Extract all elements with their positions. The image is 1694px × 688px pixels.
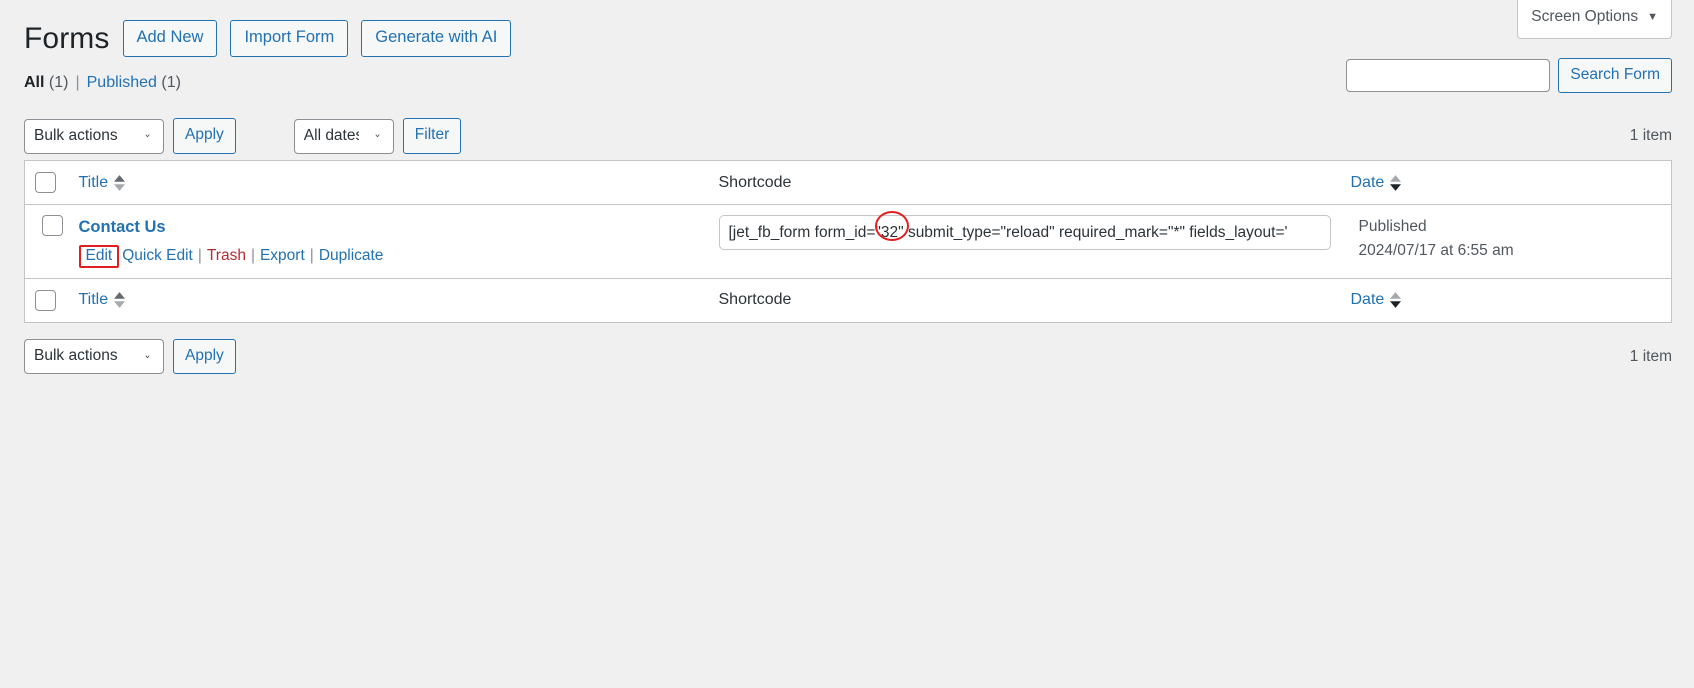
date-value: 2024/07/17 at 6:55 am [1358, 242, 1514, 260]
search-box: Search Form [1346, 58, 1672, 94]
screen-meta-links: Screen Options ▼ [1517, 0, 1672, 39]
bulk-actions-bottom: Bulk actions Apply [24, 339, 236, 375]
column-header-date: Date [1340, 160, 1672, 205]
views-separator: | [75, 74, 80, 91]
view-all-link[interactable]: All [24, 74, 44, 91]
tablenav-top: Bulk actions Apply All dates Filter 1 it… [24, 118, 1672, 154]
forms-page-wrap: Forms Add New Import Form Generate with … [0, 0, 1694, 375]
search-form-button[interactable]: Search Form [1558, 58, 1672, 94]
select-all-checkbox-top[interactable] [35, 172, 56, 193]
status-badge: Published [1358, 218, 1427, 235]
duplicate-link[interactable]: Duplicate [319, 247, 384, 265]
tablenav-bottom: Bulk actions Apply 1 item [24, 339, 1672, 375]
column-footer-shortcode: Shortcode [708, 277, 1341, 323]
bulk-actions-select-wrap-top: Bulk actions [24, 118, 164, 154]
select-all-footer [24, 277, 69, 323]
displaying-num-top: 1 item [1629, 127, 1672, 144]
screen-options-label: Screen Options [1531, 8, 1639, 25]
column-footer-shortcode-label: Shortcode [718, 291, 792, 309]
date-filter-select-wrap: All dates [293, 118, 394, 154]
column-header-title-label: Title [78, 173, 109, 191]
table-row: Contact Us Edit Quick Edit | Trash | Exp… [24, 204, 1672, 279]
chevron-down-icon: ▼ [1647, 10, 1658, 23]
row-date-cell: Published 2024/07/17 at 6:55 am [1341, 205, 1672, 279]
screen-options-button[interactable]: Screen Options ▼ [1517, 0, 1672, 39]
view-all: All (1) [24, 74, 68, 92]
table-foot: Title Shortcode Date [24, 277, 1672, 323]
generate-with-ai-button[interactable]: Generate with AI [361, 19, 512, 58]
bulk-actions-select-wrap-bottom: Bulk actions [24, 339, 164, 375]
import-form-button[interactable]: Import Form [230, 19, 349, 58]
row-actions-divider: | [197, 247, 202, 265]
filter-button[interactable]: Filter [402, 118, 462, 154]
sort-arrows-icon [1390, 174, 1402, 191]
view-all-count: (1) [48, 74, 69, 91]
row-title-cell: Contact Us Edit Quick Edit | Trash | Exp… [69, 205, 709, 279]
row-actions-divider: | [309, 247, 314, 265]
apply-button-top[interactable]: Apply [173, 118, 236, 154]
column-header-shortcode: Shortcode [708, 160, 1341, 205]
select-all-checkbox-bottom[interactable] [35, 289, 56, 311]
trash-link[interactable]: Trash [207, 247, 246, 265]
row-actions: Edit Quick Edit | Trash | Export | Dupli… [78, 244, 699, 268]
export-link[interactable]: Export [260, 247, 305, 265]
sort-arrows-icon [1390, 292, 1402, 309]
column-header-shortcode-label: Shortcode [718, 173, 792, 191]
sort-arrows-icon [114, 174, 126, 191]
table-footer-row: Title Shortcode Date [24, 277, 1672, 323]
page-title-row: Forms Add New Import Form Generate with … [24, 19, 1672, 58]
row-shortcode-cell: [jet_fb_form form_id="32" submit_type="r… [709, 205, 1341, 279]
bulk-actions-top: Bulk actions Apply All dates Filter [24, 118, 462, 154]
view-published: Published (1) [87, 74, 181, 92]
table-header-row: Title Shortcode Date [24, 160, 1672, 205]
sort-by-title-top[interactable]: Title [79, 174, 126, 192]
quick-edit-link[interactable]: Quick Edit [122, 247, 193, 265]
add-new-button[interactable]: Add New [122, 19, 218, 58]
search-input[interactable] [1346, 59, 1551, 93]
sort-arrows-icon [114, 292, 126, 309]
page-title: Forms [24, 22, 110, 55]
forms-table: Title Shortcode Date Contact Us Edit Qui… [24, 160, 1672, 323]
column-footer-title-label: Title [78, 291, 109, 309]
displaying-num-bottom: 1 item [1629, 347, 1672, 365]
bulk-actions-select-top[interactable]: Bulk actions [24, 118, 164, 154]
shortcode-input[interactable]: [jet_fb_form form_id="32" submit_type="r… [718, 215, 1331, 250]
column-footer-title: Title [68, 277, 709, 323]
column-header-date-label: Date [1350, 173, 1385, 191]
sort-by-title-bottom[interactable]: Title [79, 291, 126, 309]
edit-link[interactable]: Edit [86, 247, 113, 264]
view-published-link[interactable]: Published [87, 74, 157, 91]
row-actions-divider: | [250, 247, 255, 265]
apply-button-bottom[interactable]: Apply [173, 339, 236, 375]
column-header-title: Title [68, 160, 709, 205]
table-body: Contact Us Edit Quick Edit | Trash | Exp… [24, 204, 1672, 279]
row-select-cell [25, 205, 69, 279]
table-head: Title Shortcode Date [24, 160, 1672, 205]
view-published-count: (1) [161, 74, 181, 91]
form-title-link[interactable]: Contact Us [79, 215, 166, 240]
column-footer-date: Date [1340, 277, 1672, 323]
sort-by-date-bottom[interactable]: Date [1351, 291, 1402, 309]
sort-by-date-top[interactable]: Date [1351, 174, 1402, 192]
column-footer-date-label: Date [1350, 291, 1385, 309]
edit-highlight-box: Edit [78, 244, 120, 268]
row-checkbox[interactable] [42, 215, 63, 236]
bulk-actions-select-bottom[interactable]: Bulk actions [24, 339, 164, 375]
select-all-header [24, 160, 69, 205]
date-filter-select[interactable]: All dates [293, 118, 394, 154]
